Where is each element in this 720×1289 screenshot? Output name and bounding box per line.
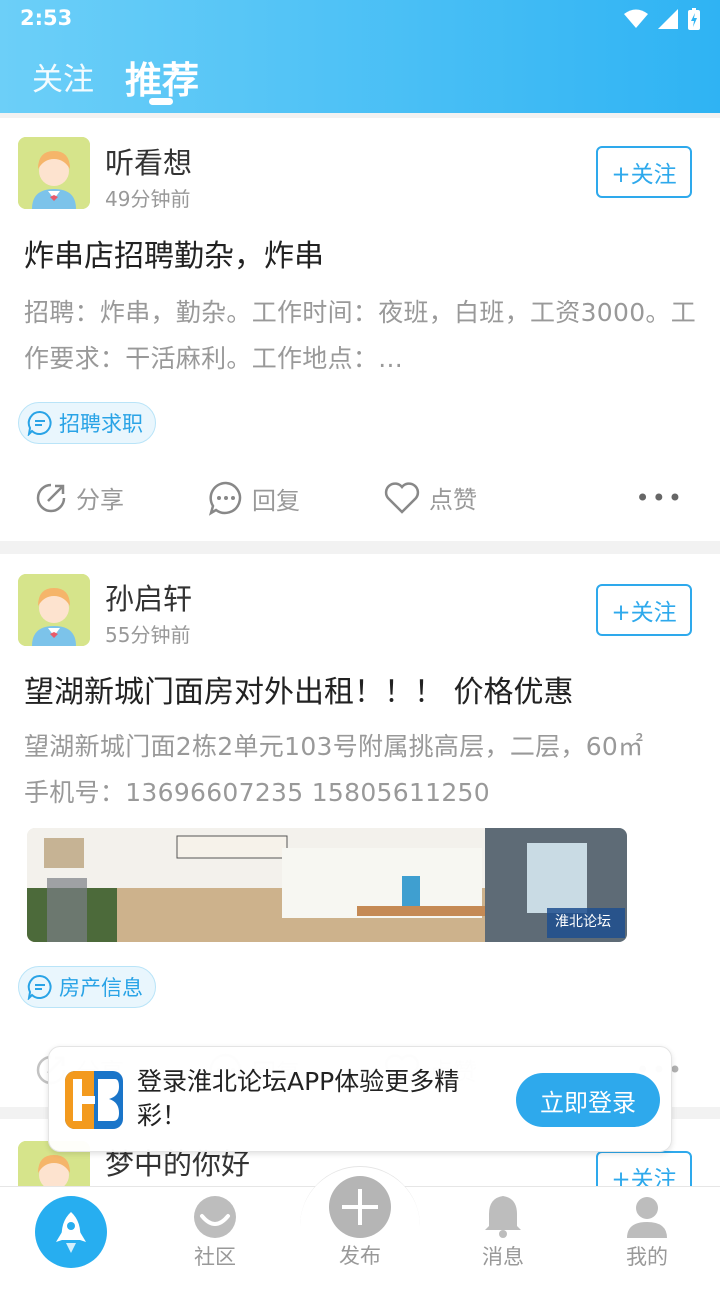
nav-publish[interactable]: 发布 bbox=[322, 1175, 398, 1270]
reply-button[interactable]: 回复 bbox=[208, 480, 300, 516]
post-username[interactable]: 听看想 bbox=[105, 140, 192, 182]
room-photo: 淮北论坛 bbox=[27, 828, 627, 942]
post-username[interactable]: 孙启轩 bbox=[105, 576, 192, 618]
avatar[interactable] bbox=[18, 137, 90, 209]
post-body-line: 望湖新城门面2栋2单元103号附属挑高层，二层，60㎡ bbox=[24, 732, 644, 761]
share-icon bbox=[36, 483, 66, 512]
battery-icon bbox=[688, 8, 700, 30]
rocket-icon bbox=[56, 1212, 86, 1253]
banner-text: 登录淮北论坛APP体验更多精彩！ bbox=[137, 1067, 460, 1130]
nav-community-label: 社区 bbox=[194, 1245, 236, 1269]
login-banner: 登录淮北论坛APP体验更多精彩！ 立即登录 bbox=[48, 1046, 672, 1152]
post-title[interactable]: 炸串店招聘勤杂，炸串 bbox=[24, 231, 324, 275]
more-icon[interactable]: ••• bbox=[636, 484, 684, 512]
user-icon bbox=[627, 1197, 667, 1238]
app-header: 2:53 关注 推荐 bbox=[0, 0, 720, 113]
heart-icon bbox=[384, 481, 420, 514]
status-bar: 2:53 bbox=[0, 0, 720, 38]
post-card[interactable]: 孙启轩 55分钟前 +关注 望湖新城门面房对外出租！！！ 价格优惠 望湖新城门面… bbox=[0, 554, 720, 1107]
post-card[interactable]: 听看想 49分钟前 +关注 炸串店招聘勤杂，炸串 招聘：炸串，勤杂。工作时间：夜… bbox=[0, 118, 720, 541]
nav-publish-label: 发布 bbox=[339, 1244, 381, 1268]
plus-icon bbox=[329, 1176, 391, 1238]
avatar[interactable] bbox=[18, 574, 90, 646]
post-tag-label: 招聘求职 bbox=[59, 412, 143, 436]
avatar-icon bbox=[18, 137, 90, 209]
tab-indicator bbox=[149, 98, 173, 105]
follow-button[interactable]: +关注 bbox=[596, 584, 692, 636]
tab-following[interactable]: 关注 bbox=[32, 54, 94, 99]
nav-messages-label: 消息 bbox=[482, 1245, 524, 1269]
comment-icon bbox=[208, 481, 242, 516]
login-now-button[interactable]: 立即登录 bbox=[516, 1073, 660, 1127]
chat-bubble-icon bbox=[27, 974, 52, 1000]
community-icon bbox=[194, 1196, 236, 1238]
like-button[interactable]: 点赞 bbox=[383, 480, 477, 515]
nav-messages[interactable]: 消息 bbox=[466, 1194, 540, 1271]
nav-home[interactable] bbox=[35, 1196, 107, 1268]
nav-profile[interactable]: 我的 bbox=[610, 1194, 684, 1271]
post-body[interactable]: 招聘：炸串，勤杂。工作时间：夜班，白班，工资3000。工作要求：干活麻利。工作地… bbox=[24, 290, 704, 382]
post-time: 49分钟前 bbox=[105, 187, 191, 211]
wifi-icon bbox=[624, 9, 648, 28]
chat-bubble-icon bbox=[27, 410, 52, 436]
post-body-line: 手机号：13696607235 15805611250 bbox=[24, 778, 490, 807]
tab-recommended[interactable]: 推荐 bbox=[125, 50, 199, 104]
post-actions: 分享 回复 点赞 ••• bbox=[0, 474, 720, 524]
signal-icon bbox=[658, 9, 678, 29]
nav-profile-label: 我的 bbox=[626, 1245, 668, 1269]
post-tag[interactable]: 招聘求职 bbox=[18, 402, 156, 444]
avatar-icon bbox=[18, 574, 90, 646]
photo-watermark: 淮北论坛 bbox=[555, 914, 611, 930]
post-tag-label: 房产信息 bbox=[59, 976, 143, 1000]
app-logo bbox=[65, 1071, 123, 1129]
post-body[interactable]: 望湖新城门面2栋2单元103号附属挑高层，二层，60㎡ 手机号：13696607… bbox=[24, 724, 704, 816]
share-button[interactable]: 分享 bbox=[34, 480, 124, 515]
follow-button[interactable]: +关注 bbox=[596, 146, 692, 198]
post-title[interactable]: 望湖新城门面房对外出租！！！ 价格优惠 bbox=[24, 667, 574, 711]
post-photo[interactable]: 淮北论坛 bbox=[27, 828, 627, 942]
post-tag[interactable]: 房产信息 bbox=[18, 966, 156, 1008]
status-time: 2:53 bbox=[20, 6, 73, 30]
post-time: 55分钟前 bbox=[105, 623, 191, 647]
app-logo-icon bbox=[65, 1071, 123, 1129]
nav-community[interactable]: 社区 bbox=[178, 1194, 252, 1271]
bell-icon bbox=[485, 1196, 521, 1238]
top-tabs: 关注 推荐 bbox=[0, 48, 720, 108]
